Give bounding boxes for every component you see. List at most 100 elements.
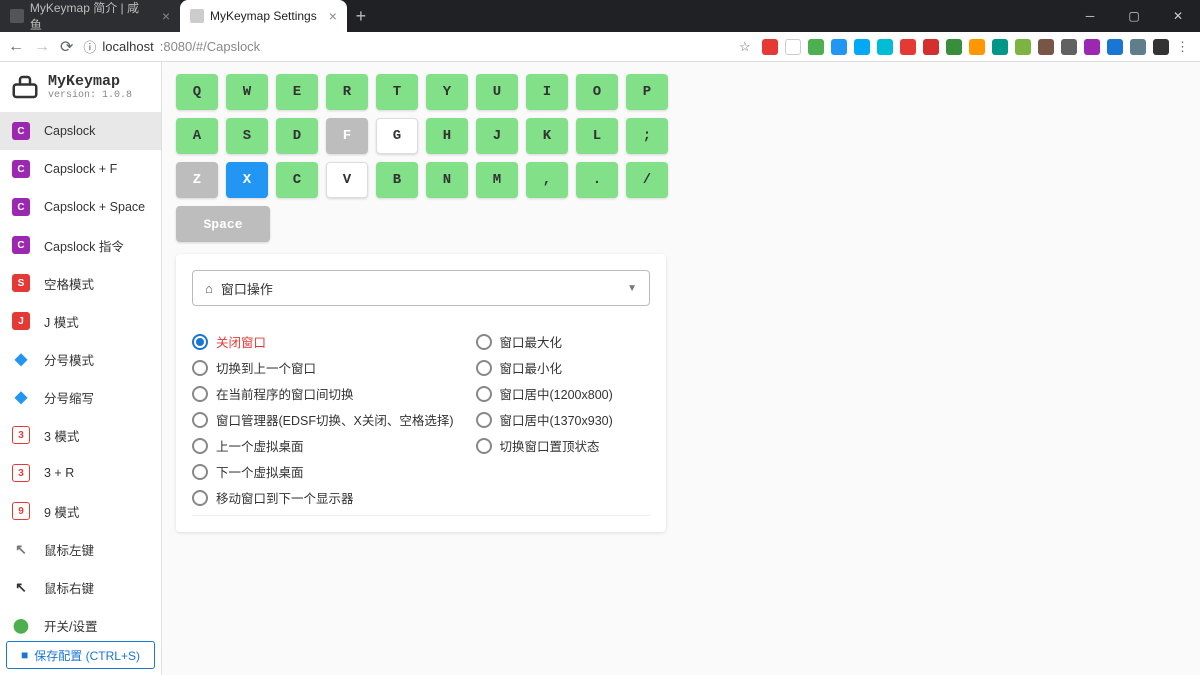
sidebar-item-capslock-space[interactable]: CCapslock + Space <box>0 188 161 226</box>
key-u[interactable]: U <box>476 74 518 110</box>
ext-icon[interactable] <box>923 39 939 55</box>
key-q[interactable]: Q <box>176 74 218 110</box>
key-m[interactable]: M <box>476 162 518 198</box>
key-k[interactable]: K <box>526 118 568 154</box>
key-e[interactable]: E <box>276 74 318 110</box>
keyboard-row-2: A S D F G H J K L ; <box>176 118 1200 154</box>
key-semicolon[interactable]: ; <box>626 118 668 154</box>
key-t[interactable]: T <box>376 74 418 110</box>
ext-icon[interactable] <box>1038 39 1054 55</box>
option-prev-desktop[interactable]: 上一个虚拟桌面 <box>192 436 454 455</box>
ext-icon[interactable] <box>1015 39 1031 55</box>
option-move-next-monitor[interactable]: 移动窗口到下一个显示器 <box>192 488 454 507</box>
sidebar-item-mouse-right[interactable]: ↖鼠标右键 <box>0 568 161 606</box>
close-window-button[interactable]: ✕ <box>1156 0 1200 32</box>
sidebar-item-9-mode[interactable]: 99 模式 <box>0 492 161 530</box>
address-field[interactable]: ⓘ localhost:8080/#/Capslock <box>83 37 260 56</box>
ext-icon[interactable] <box>1130 39 1146 55</box>
key-o[interactable]: O <box>576 74 618 110</box>
sidebar-item-mouse-left[interactable]: ↖鼠标左键 <box>0 530 161 568</box>
key-j[interactable]: J <box>476 118 518 154</box>
sidebar-item-3-r[interactable]: 33 + R <box>0 454 161 492</box>
ext-icon[interactable] <box>831 39 847 55</box>
key-period[interactable]: . <box>576 162 618 198</box>
ext-icon[interactable] <box>946 39 962 55</box>
forward-button[interactable]: → <box>34 38 50 56</box>
reload-button[interactable]: ⟳ <box>60 37 73 57</box>
back-button[interactable]: ← <box>8 38 24 56</box>
option-next-desktop[interactable]: 下一个虚拟桌面 <box>192 462 454 481</box>
letter-c-icon: C <box>12 236 30 254</box>
ext-icon[interactable] <box>1107 39 1123 55</box>
key-n[interactable]: N <box>426 162 468 198</box>
save-config-button[interactable]: ■ 保存配置 (CTRL+S) <box>6 641 155 669</box>
key-x[interactable]: X <box>226 162 268 198</box>
ext-icon[interactable] <box>808 39 824 55</box>
key-b[interactable]: B <box>376 162 418 198</box>
key-r[interactable]: R <box>326 74 368 110</box>
browser-tab-1[interactable]: MyKeymap Settings × <box>180 0 347 32</box>
option-close-window[interactable]: 关闭窗口 <box>192 332 454 351</box>
menu-icon[interactable]: ⋮ <box>1176 39 1192 55</box>
key-slash[interactable]: / <box>626 162 668 198</box>
close-icon[interactable]: × <box>329 8 337 24</box>
sidebar-item-semi-mode[interactable]: ◆分号模式 <box>0 340 161 378</box>
option-toggle-topmost[interactable]: 切换窗口置顶状态 <box>476 436 613 455</box>
key-i[interactable]: I <box>526 74 568 110</box>
ext-icon[interactable] <box>1153 39 1169 55</box>
ext-icon[interactable] <box>785 39 801 55</box>
category-dropdown[interactable]: ⌂ 窗口操作 ▼ <box>192 270 650 306</box>
key-space[interactable]: Space <box>176 206 270 242</box>
sidebar-item-3-mode[interactable]: 33 模式 <box>0 416 161 454</box>
close-icon[interactable]: × <box>162 8 170 24</box>
star-icon[interactable]: ☆ <box>739 39 755 55</box>
key-h[interactable]: H <box>426 118 468 154</box>
key-g[interactable]: G <box>376 118 418 154</box>
sidebar-item-j-mode[interactable]: JJ 模式 <box>0 302 161 340</box>
option-minimize[interactable]: 窗口最小化 <box>476 358 613 377</box>
option-window-manager[interactable]: 窗口管理器(EDSF切换、X关闭、空格选择) <box>192 410 454 429</box>
ext-icon[interactable] <box>992 39 1008 55</box>
option-cycle-app-windows[interactable]: 在当前程序的窗口间切换 <box>192 384 454 403</box>
key-v[interactable]: V <box>326 162 368 198</box>
diamond-icon: ◆ <box>12 350 30 368</box>
option-center-1370[interactable]: 窗口居中(1370x930) <box>476 410 613 429</box>
ext-icon[interactable] <box>969 39 985 55</box>
key-p[interactable]: P <box>626 74 668 110</box>
option-maximize[interactable]: 窗口最大化 <box>476 332 613 351</box>
key-z[interactable]: Z <box>176 162 218 198</box>
ext-icon[interactable] <box>854 39 870 55</box>
minimize-button[interactable]: ─ <box>1068 0 1112 32</box>
sidebar-item-settings[interactable]: ⬤开关/设置 <box>0 606 161 635</box>
key-y[interactable]: Y <box>426 74 468 110</box>
key-w[interactable]: W <box>226 74 268 110</box>
sidebar-item-label: 开关/设置 <box>44 616 97 635</box>
option-center-1200[interactable]: 窗口居中(1200x800) <box>476 384 613 403</box>
key-d[interactable]: D <box>276 118 318 154</box>
sidebar-item-semi-abbr[interactable]: ◆分号缩写 <box>0 378 161 416</box>
new-tab-button[interactable]: + <box>347 6 375 27</box>
key-s[interactable]: S <box>226 118 268 154</box>
sidebar-item-capslock-cmd[interactable]: CCapslock 指令 <box>0 226 161 264</box>
sidebar-item-capslock-f[interactable]: CCapslock + F <box>0 150 161 188</box>
ext-icon[interactable] <box>762 39 778 55</box>
ext-icon[interactable] <box>1084 39 1100 55</box>
url-host: localhost <box>102 39 153 54</box>
sidebar-item-space-mode[interactable]: S空格模式 <box>0 264 161 302</box>
option-prev-window[interactable]: 切换到上一个窗口 <box>192 358 454 377</box>
keyboard-row-3: Z X C V B N M , . / <box>176 162 1200 198</box>
key-f[interactable]: F <box>326 118 368 154</box>
key-a[interactable]: A <box>176 118 218 154</box>
ext-icon[interactable] <box>1061 39 1077 55</box>
browser-tab-0[interactable]: MyKeymap 简介 | 咸鱼 × <box>0 0 180 32</box>
sidebar-item-capslock[interactable]: CCapslock <box>0 112 161 150</box>
ext-icon[interactable] <box>900 39 916 55</box>
key-comma[interactable]: , <box>526 162 568 198</box>
key-c[interactable]: C <box>276 162 318 198</box>
app-name: MyKeymap <box>48 73 132 90</box>
radio-icon <box>192 464 208 480</box>
key-l[interactable]: L <box>576 118 618 154</box>
maximize-button[interactable]: ▢ <box>1112 0 1156 32</box>
ext-icon[interactable] <box>877 39 893 55</box>
favicon-icon <box>10 9 24 23</box>
